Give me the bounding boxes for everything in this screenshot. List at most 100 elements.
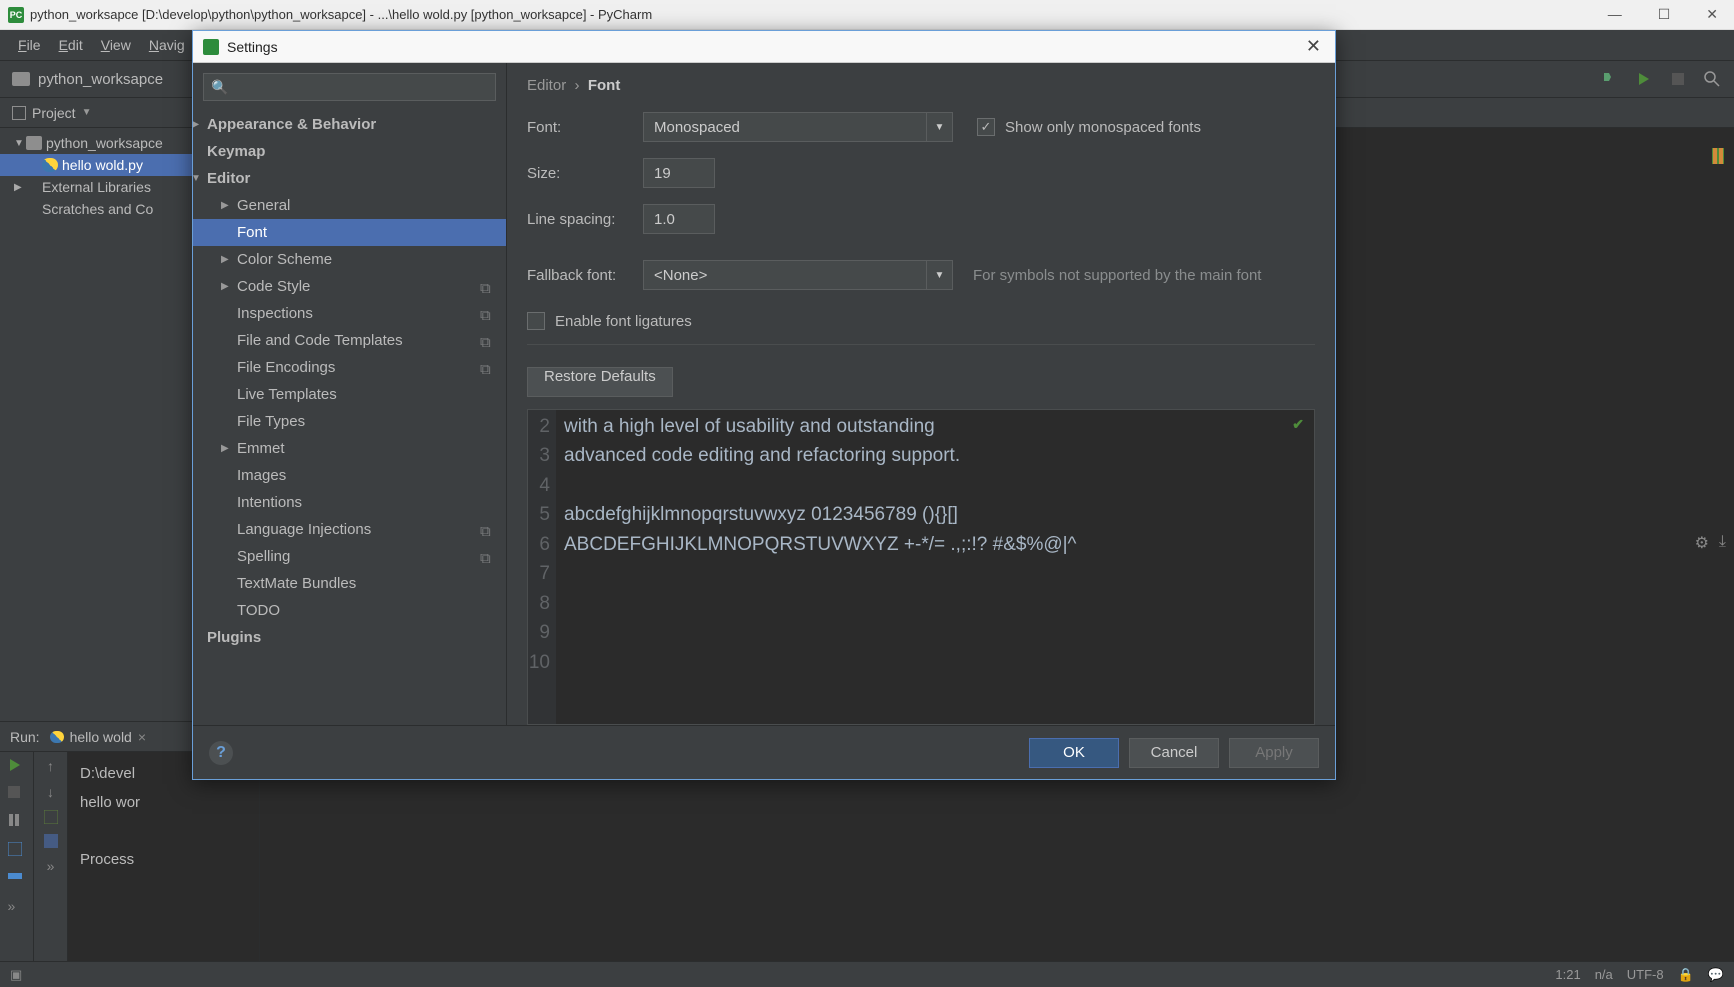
chevron-right-icon[interactable]: ▶ [14, 182, 26, 193]
apply-button[interactable]: Apply [1229, 738, 1319, 768]
minimize-button[interactable]: — [1600, 6, 1630, 23]
search-icon[interactable] [1702, 69, 1722, 89]
monospace-label: Show only monospaced fonts [1005, 119, 1201, 136]
file-encoding[interactable]: UTF-8 [1627, 967, 1664, 982]
ok-button[interactable]: OK [1029, 738, 1119, 768]
tool-window-icon[interactable]: ▣ [10, 967, 22, 982]
cancel-button[interactable]: Cancel [1129, 738, 1219, 768]
cat-spelling[interactable]: Spelling⧉ [193, 543, 506, 570]
settings-tree[interactable]: ▶Appearance & Behavior Keymap ▼Editor ▶G… [193, 111, 506, 725]
search-icon: 🔍 [211, 79, 228, 96]
python-file-icon [50, 731, 64, 743]
restore-defaults-button[interactable]: Restore Defaults [527, 367, 673, 397]
cat-file-templates[interactable]: File and Code Templates⧉ [193, 327, 506, 354]
settings-sidebar: 🔍 ▶Appearance & Behavior Keymap ▼Editor … [193, 63, 507, 725]
cat-keymap[interactable]: Keymap [193, 138, 506, 165]
stop-icon[interactable] [8, 786, 26, 804]
fallback-select[interactable]: <None> ▼ [643, 260, 953, 290]
close-button[interactable]: ✕ [1698, 6, 1726, 23]
cat-inspections[interactable]: Inspections⧉ [193, 300, 506, 327]
settings-footer: ? OK Cancel Apply [193, 725, 1335, 779]
down-icon[interactable]: ↓ [47, 784, 54, 800]
menu-file[interactable]: File [10, 33, 49, 57]
python-file-icon [42, 158, 58, 172]
more-icon[interactable]: » [47, 858, 55, 874]
scope-icon: ⧉ [480, 307, 494, 321]
help-button[interactable]: ? [209, 741, 233, 765]
output-line: hello wor [80, 789, 247, 818]
ligatures-label: Enable font ligatures [555, 313, 692, 330]
scope-icon: ⧉ [480, 550, 494, 564]
line-spacing-input[interactable] [643, 204, 715, 234]
window-titlebar: PC python_worksapce [D:\develop\python\p… [0, 0, 1734, 30]
project-icon [12, 106, 26, 120]
maximize-button[interactable]: ☐ [1650, 6, 1679, 23]
run-label: Run: [10, 729, 40, 745]
chevron-down-icon[interactable]: ▼ [14, 138, 26, 149]
menu-edit[interactable]: Edit [51, 33, 91, 57]
more-icon[interactable]: » [8, 898, 26, 916]
close-tab-icon[interactable]: × [138, 729, 146, 745]
cat-color-scheme[interactable]: ▶Color Scheme [193, 246, 506, 273]
run-output[interactable]: D:\devel hello wor Process [68, 752, 259, 961]
cat-intentions[interactable]: Intentions [193, 489, 506, 516]
export-icon[interactable] [44, 834, 58, 848]
cat-general[interactable]: ▶General [193, 192, 506, 219]
app-icon [203, 39, 219, 55]
caret-position[interactable]: 1:21 [1555, 967, 1580, 982]
cat-code-style[interactable]: ▶Code Style⧉ [193, 273, 506, 300]
menu-navigate[interactable]: Navig [141, 33, 193, 57]
cat-textmate[interactable]: TextMate Bundles [193, 570, 506, 597]
line-separator[interactable]: n/a [1595, 967, 1613, 982]
monospace-checkbox[interactable]: ✓ [977, 118, 995, 136]
size-input[interactable] [643, 158, 715, 188]
settings-search-input[interactable] [203, 73, 496, 101]
cat-font[interactable]: Font [193, 219, 506, 246]
app-icon: PC [8, 7, 24, 23]
run-tab-label[interactable]: hello wold [70, 729, 132, 745]
cat-file-types[interactable]: File Types [193, 408, 506, 435]
notifications-icon[interactable]: 💬 [1708, 967, 1724, 983]
font-label: Font: [527, 119, 643, 136]
scope-icon: ⧉ [480, 361, 494, 375]
ligatures-checkbox[interactable] [527, 312, 545, 330]
status-bar: ▣ 1:21 n/a UTF-8 🔒 💬 [0, 961, 1734, 987]
cat-emmet[interactable]: ▶Emmet [193, 435, 506, 462]
cat-lang-inj[interactable]: Language Injections⧉ [193, 516, 506, 543]
cat-editor[interactable]: ▼Editor [193, 165, 506, 192]
filter-icon[interactable] [44, 810, 58, 824]
cat-plugins[interactable]: Plugins [193, 624, 506, 651]
chevron-down-icon[interactable]: ▼ [82, 107, 92, 118]
cat-images[interactable]: Images [193, 462, 506, 489]
fallback-hint: For symbols not supported by the main fo… [973, 267, 1261, 284]
close-icon[interactable]: ✕ [1302, 36, 1325, 57]
font-preview[interactable]: 2345678910 with a high level of usabilit… [527, 409, 1315, 725]
nav-project-name[interactable]: python_worksapce [38, 71, 163, 88]
size-label: Size: [527, 165, 643, 182]
lock-icon[interactable]: 🔒 [1678, 967, 1694, 983]
run-toolbar-left: » [0, 752, 34, 961]
tree-file-label: hello wold.py [62, 157, 143, 173]
stop-icon[interactable] [1668, 69, 1688, 89]
cat-live-templates[interactable]: Live Templates [193, 381, 506, 408]
download-icon[interactable]: ⤓ [1719, 533, 1726, 553]
pause-icon[interactable] [8, 814, 26, 832]
chevron-down-icon: ▼ [926, 113, 952, 141]
project-panel-label[interactable]: Project [32, 105, 76, 121]
cat-appearance[interactable]: ▶Appearance & Behavior [193, 111, 506, 138]
menu-view[interactable]: View [93, 33, 139, 57]
gear-icon[interactable]: ⚙ [1695, 533, 1709, 553]
run-toolbar-secondary: ↑ ↓ » [34, 752, 68, 961]
build-icon[interactable] [1600, 69, 1620, 89]
scope-icon: ⧉ [480, 523, 494, 537]
run-icon[interactable] [1634, 69, 1654, 89]
print-icon[interactable] [8, 870, 26, 888]
folder-icon [26, 136, 42, 150]
cat-file-encodings[interactable]: File Encodings⧉ [193, 354, 506, 381]
rerun-icon[interactable] [8, 758, 26, 776]
layout-icon[interactable] [8, 842, 26, 860]
font-select[interactable]: Monospaced ▼ [643, 112, 953, 142]
breadcrumb: Editor › Font [527, 77, 1315, 94]
cat-todo[interactable]: TODO [193, 597, 506, 624]
up-icon[interactable]: ↑ [47, 758, 54, 774]
